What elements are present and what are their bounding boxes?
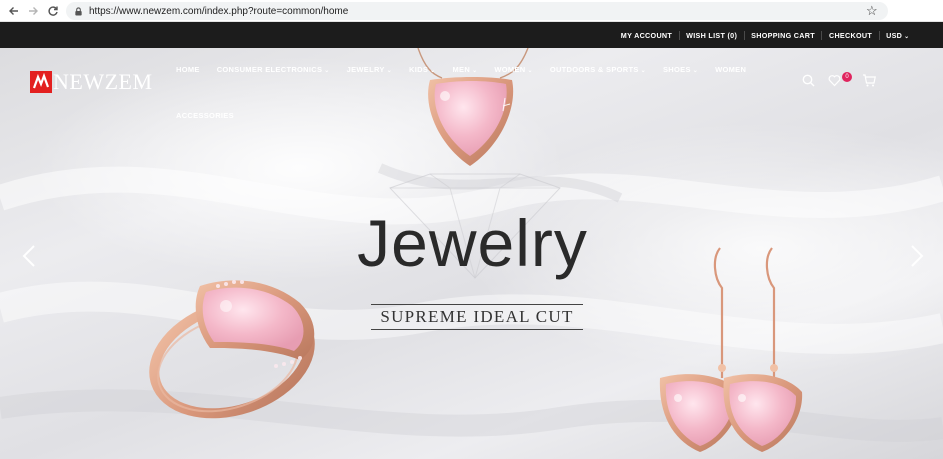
nav-outdoors-sports-label: OUTDOORS & SPORTS [549,64,639,74]
chevron-down-icon: ⌄ [324,67,330,74]
hero-title: Jewelry [357,206,588,280]
logo-text: NEWZEM [53,69,153,94]
lock-icon [75,6,82,16]
cart-icon[interactable] [862,74,876,87]
hero-subtitle: SUPREME IDEAL CUT [380,307,574,326]
main-navigation: HOME CONSUMER ELECTRONICS ⌄ JEWELRY ⌄ KIDS… [176,62,766,76]
prev-slide-icon[interactable] [20,244,40,268]
chevron-down-icon: ⌄ [472,67,478,74]
logo-mark-icon [30,71,52,93]
chevron-down-icon: ⌄ [430,67,436,74]
nav-jewelry-label: JEWELRY [346,64,385,74]
nav-women-2[interactable]: WOMEN [715,65,746,74]
main-navigation-row2: ACCESSORIES [176,105,251,123]
nav-consumer-electronics-label: CONSUMER ELECTRONICS [216,64,323,74]
nav-women-label: WOMEN [494,64,526,74]
nav-jewelry[interactable]: JEWELRY ⌄ [347,65,392,74]
my-account-link[interactable]: MY ACCOUNT [614,31,678,40]
nav-home-label: HOME [176,64,200,74]
forward-icon[interactable] [22,0,44,22]
chevron-down-icon: ⌄ [904,33,910,40]
nav-home[interactable]: HOME [176,65,200,74]
chevron-down-icon: ⌄ [386,67,393,74]
nav-shoes[interactable]: SHOES ⌄ [663,65,698,74]
chevron-down-icon: ⌄ [527,67,533,74]
heart-icon[interactable] [828,74,841,87]
cart-count-badge: 0 [842,72,852,82]
shopping-cart-link[interactable]: SHOPPING CART [743,30,822,40]
url-text: https://www.newzem.com/index.php?route=c… [89,5,349,17]
nav-shoes-label: SHOES [663,64,691,74]
next-slide-icon[interactable] [906,244,926,268]
nav-men[interactable]: MEN ⌄ [452,65,477,74]
site-logo[interactable]: NEWZEM [30,69,153,94]
currency-selector[interactable]: USD ⌄ [878,30,916,40]
star-icon[interactable]: ☆ [866,3,878,19]
hero-slider: Jewelry SUPREME IDEAL CUT [0,48,943,459]
nav-kids[interactable]: KIDS ⌄ [409,65,435,74]
nav-outdoors-sports[interactable]: OUTDOORS & SPORTS ⌄ [550,65,646,74]
search-icon[interactable] [802,74,815,87]
checkout-link[interactable]: CHECKOUT [821,30,878,40]
top-utility-bar: MY ACCOUNT WISH LIST (0) SHOPPING CART C… [0,22,943,48]
wish-list-link[interactable]: WISH LIST (0) [678,30,744,40]
nav-men-label: MEN [452,64,471,74]
nav-women[interactable]: WOMEN ⌄ [494,65,532,74]
reload-icon[interactable] [42,0,64,22]
nav-women-2-label: WOMEN [715,64,747,74]
currency-label: USD [886,30,903,40]
chevron-down-icon: ⌄ [692,67,699,74]
chevron-down-icon: ⌄ [640,67,646,74]
nav-kids-label: KIDS [409,64,429,74]
necklace-pendant [428,77,514,166]
nav-consumer-electronics[interactable]: CONSUMER ELECTRONICS ⌄ [217,65,330,74]
hero-subtitle-frame: SUPREME IDEAL CUT [371,304,583,330]
address-bar[interactable]: https://www.newzem.com/index.php?route=c… [66,2,888,20]
browser-toolbar: https://www.newzem.com/index.php?route=c… [0,0,943,22]
nav-accessories[interactable]: ACCESSORIES [176,111,234,120]
